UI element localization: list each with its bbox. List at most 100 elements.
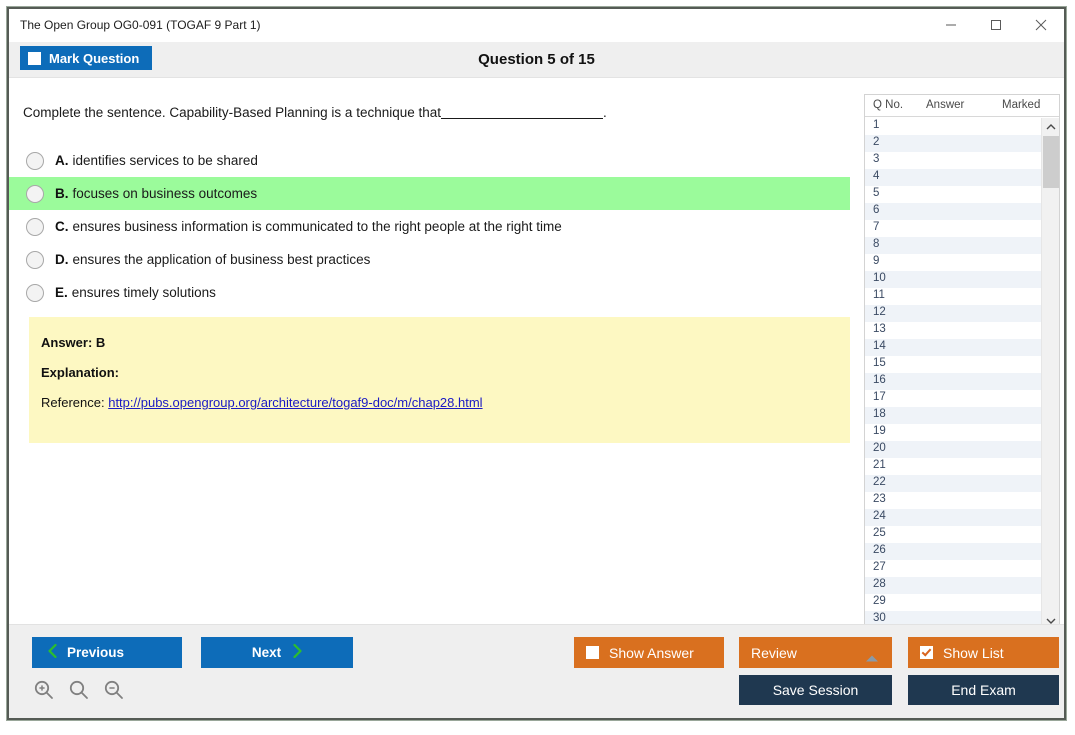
question-body: Complete the sentence. Capability-Based …: [9, 78, 850, 624]
question-list-row-number: 25: [873, 527, 886, 539]
question-list-row[interactable]: 26: [865, 543, 1041, 560]
end-exam-button[interactable]: End Exam: [908, 675, 1059, 705]
question-list-row[interactable]: 24: [865, 509, 1041, 526]
question-list-row-number: 5: [873, 187, 879, 199]
show-list-checkbox[interactable]: [920, 646, 933, 659]
question-list-row[interactable]: 15: [865, 356, 1041, 373]
window-title: The Open Group OG0-091 (TOGAF 9 Part 1): [20, 18, 261, 32]
question-list-row[interactable]: 13: [865, 322, 1041, 339]
question-list-row[interactable]: 25: [865, 526, 1041, 543]
question-list-panel: Q No. Answer Marked 12345678910111213141…: [864, 94, 1060, 629]
question-list-row-number: 2: [873, 136, 879, 148]
question-list-row[interactable]: 9: [865, 254, 1041, 271]
question-list-row-number: 18: [873, 408, 886, 420]
option-text: ensures timely solutions: [72, 285, 216, 300]
minimize-icon[interactable]: [928, 9, 973, 40]
question-list-row-number: 1: [873, 119, 879, 131]
question-list-row[interactable]: 10: [865, 271, 1041, 288]
option-letter: D.: [55, 252, 69, 267]
question-list-row-number: 9: [873, 255, 879, 267]
question-list-row-number: 12: [873, 306, 886, 318]
reference-link[interactable]: http://pubs.opengroup.org/architecture/t…: [108, 395, 482, 410]
question-list-row[interactable]: 28: [865, 577, 1041, 594]
question-list-row-number: 21: [873, 459, 886, 471]
question-list-row[interactable]: 22: [865, 475, 1041, 492]
question-list-row[interactable]: 5: [865, 186, 1041, 203]
next-label: Next: [252, 645, 281, 660]
option-radio[interactable]: [26, 251, 44, 269]
previous-button[interactable]: Previous: [32, 637, 182, 668]
question-list-row[interactable]: 6: [865, 203, 1041, 220]
scroll-up-icon[interactable]: [1042, 118, 1059, 135]
question-list-row[interactable]: 4: [865, 169, 1041, 186]
column-header-qno: Q No.: [873, 99, 903, 111]
explanation-label: Explanation:: [41, 365, 850, 380]
question-list-row[interactable]: 12: [865, 305, 1041, 322]
question-list-row[interactable]: 27: [865, 560, 1041, 577]
question-list-row[interactable]: 3: [865, 152, 1041, 169]
option-row-e[interactable]: E.ensures timely solutions: [9, 276, 850, 309]
question-list-row[interactable]: 21: [865, 458, 1041, 475]
question-list-row[interactable]: 11: [865, 288, 1041, 305]
option-radio[interactable]: [26, 284, 44, 302]
question-list-row-number: 11: [873, 289, 885, 301]
end-exam-label: End Exam: [951, 682, 1016, 698]
question-list-row[interactable]: 19: [865, 424, 1041, 441]
zoom-reset-icon[interactable]: [66, 677, 92, 703]
review-label: Review: [751, 645, 797, 661]
zoom-in-icon[interactable]: [31, 677, 57, 703]
question-list-row[interactable]: 18: [865, 407, 1041, 424]
question-list-row-number: 4: [873, 170, 879, 182]
option-letter: B.: [55, 186, 69, 201]
show-list-button[interactable]: Show List: [908, 637, 1059, 668]
bottom-toolbar: Previous Next Show Answer Review Show Li…: [9, 624, 1064, 718]
question-list-row[interactable]: 17: [865, 390, 1041, 407]
question-list-row-number: 13: [873, 323, 886, 335]
review-dropdown[interactable]: Review: [739, 637, 892, 668]
options-list: A.identifies services to be shared B. focu…: [9, 144, 850, 309]
maximize-icon[interactable]: [973, 9, 1018, 40]
answer-line: Answer: B: [41, 335, 850, 350]
next-button[interactable]: Next: [201, 637, 353, 668]
zoom-out-icon[interactable]: [101, 677, 127, 703]
option-row-d[interactable]: D.ensures the application of business be…: [9, 243, 850, 276]
option-text: focuses on business outcomes: [73, 186, 258, 201]
option-radio[interactable]: [26, 185, 44, 203]
option-radio[interactable]: [26, 218, 44, 236]
question-list-row[interactable]: 2: [865, 135, 1041, 152]
question-list-row[interactable]: 16: [865, 373, 1041, 390]
question-stem-text: Complete the sentence. Capability-Based …: [23, 105, 441, 120]
exam-window: The Open Group OG0-091 (TOGAF 9 Part 1) …: [7, 7, 1066, 720]
question-list-row-number: 3: [873, 153, 879, 165]
option-row-a[interactable]: A.identifies services to be shared: [9, 144, 850, 177]
question-list-row-number: 17: [873, 391, 886, 403]
scrollbar-thumb[interactable]: [1043, 136, 1059, 188]
show-answer-button[interactable]: Show Answer: [574, 637, 724, 668]
question-list-row[interactable]: 1: [865, 118, 1041, 135]
question-list-row-number: 24: [873, 510, 886, 522]
question-list-row[interactable]: 8: [865, 237, 1041, 254]
question-list-row-number: 29: [873, 595, 886, 607]
question-list-row[interactable]: 20: [865, 441, 1041, 458]
chevron-right-icon: [293, 644, 302, 661]
question-list-row[interactable]: 29: [865, 594, 1041, 611]
close-icon[interactable]: [1018, 9, 1063, 40]
question-list-row[interactable]: 14: [865, 339, 1041, 356]
answer-explanation-panel: Answer: B Explanation: Reference: http:/…: [29, 317, 850, 443]
question-list-rows: 1234567891011121314151617181920212223242…: [865, 118, 1041, 629]
question-counter: Question 5 of 15: [9, 51, 1064, 68]
question-list-scrollbar[interactable]: [1041, 118, 1059, 629]
question-list-row[interactable]: 7: [865, 220, 1041, 237]
zoom-controls: [31, 677, 127, 703]
show-list-label: Show List: [943, 645, 1004, 661]
question-stem-suffix: .: [603, 105, 607, 120]
option-radio[interactable]: [26, 152, 44, 170]
question-list-row-number: 7: [873, 221, 879, 233]
option-row-c[interactable]: C.ensures business information is commun…: [9, 210, 850, 243]
option-row-b[interactable]: B. focuses on business outcomes: [9, 177, 850, 210]
question-list-row[interactable]: 23: [865, 492, 1041, 509]
question-list-row-number: 14: [873, 340, 886, 352]
show-answer-checkbox[interactable]: [586, 646, 599, 659]
question-list-row-number: 27: [873, 561, 886, 573]
save-session-button[interactable]: Save Session: [739, 675, 892, 705]
